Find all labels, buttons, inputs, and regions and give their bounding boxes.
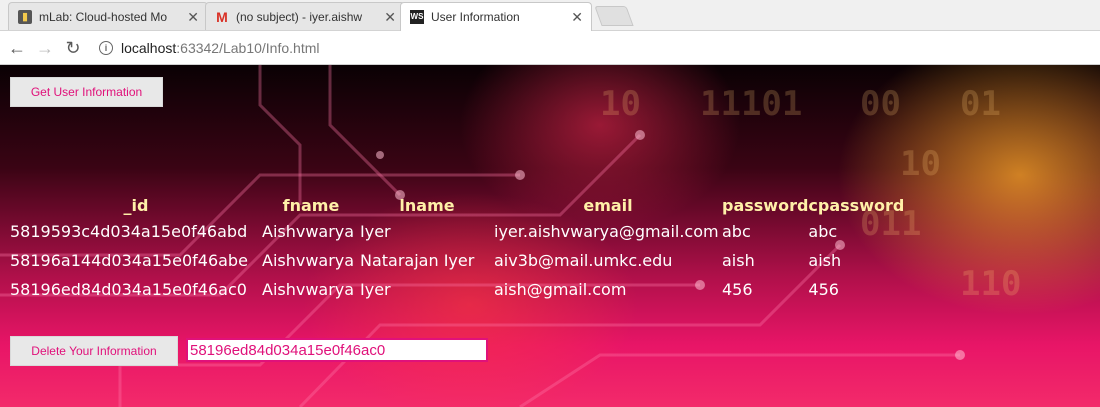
table-row: 58196a144d034a15e0f46abe Aishvwarya Nata… xyxy=(10,246,904,275)
column-header-fname: fname xyxy=(282,195,340,215)
tab-gmail[interactable]: M (no subject) - iyer.aishw ✕ xyxy=(205,2,405,30)
new-tab-button[interactable] xyxy=(594,6,634,26)
column-header-password: password xyxy=(722,195,809,215)
browser-toolbar: ← → ↻ i localhost:63342/Lab10/Info.html xyxy=(0,31,1100,65)
tab-title: User Information xyxy=(431,10,520,24)
cell-email: aish@gmail.com xyxy=(494,280,627,299)
svg-text:01: 01 xyxy=(960,84,1001,124)
cell-id: 58196ed84d034a15e0f46ac0 xyxy=(10,280,247,299)
cell-cpassword: aish xyxy=(808,251,842,270)
page-content: 10 11101 00 01 10 011 110 Get User Infor… xyxy=(0,65,1100,407)
column-header-email: email xyxy=(583,195,633,215)
svg-text:110: 110 xyxy=(960,264,1021,304)
tab-user-information[interactable]: WS User Information ✕ xyxy=(400,2,592,31)
cell-id: 5819593c4d034a15e0f46abd xyxy=(10,222,248,241)
forward-arrow-icon[interactable]: → xyxy=(34,37,56,59)
webstorm-favicon-icon: WS xyxy=(410,10,424,24)
cell-fname: Aishvwarya xyxy=(262,222,355,241)
cell-fname: Aishvwarya xyxy=(262,280,355,299)
cell-id: 58196a144d034a15e0f46abe xyxy=(10,251,248,270)
browser-tab-strip: ▮ mLab: Cloud-hosted Mo ✕ M (no subject)… xyxy=(0,0,1100,31)
svg-text:00: 00 xyxy=(860,84,901,124)
cell-fname: Aishvwarya xyxy=(262,251,355,270)
get-user-information-button[interactable]: Get User Information xyxy=(10,77,163,107)
table-header-row: _id fname lname email password cpassword xyxy=(10,193,905,217)
column-header-lname: lname xyxy=(399,195,455,215)
svg-text:11101: 11101 xyxy=(700,84,802,124)
reload-icon[interactable]: ↻ xyxy=(62,37,84,59)
table-row: 5819593c4d034a15e0f46abd Aishvwarya Iyer… xyxy=(10,217,904,246)
column-header-cpassword: cpassword xyxy=(808,195,905,215)
url-path: :63342/Lab10/Info.html xyxy=(176,40,320,56)
url-text: localhost:63342/Lab10/Info.html xyxy=(121,36,320,60)
cell-password: aish xyxy=(722,251,755,270)
tab-mlab[interactable]: ▮ mLab: Cloud-hosted Mo ✕ xyxy=(8,2,208,30)
cell-password: 456 xyxy=(722,280,753,299)
delete-id-input[interactable] xyxy=(186,338,488,362)
table-row: 58196ed84d034a15e0f46ac0 Aishvwarya Iyer… xyxy=(10,275,904,304)
cell-cpassword: 456 xyxy=(808,280,839,299)
info-icon[interactable]: i xyxy=(99,41,113,55)
user-table: _id fname lname email password cpassword… xyxy=(10,193,904,304)
svg-text:10: 10 xyxy=(600,84,641,124)
svg-text:10: 10 xyxy=(900,144,941,184)
back-arrow-icon[interactable]: ← xyxy=(6,37,28,59)
gmail-favicon-icon: M xyxy=(216,9,228,25)
cell-email: aiv3b@mail.umkc.edu xyxy=(494,251,673,270)
tab-title: (no subject) - iyer.aishw xyxy=(236,10,363,24)
close-tab-icon[interactable]: ✕ xyxy=(384,3,396,30)
mlab-favicon-icon: ▮ xyxy=(18,10,32,24)
url-host: localhost xyxy=(121,40,177,56)
close-tab-icon[interactable]: ✕ xyxy=(187,3,199,30)
cell-lname: Iyer xyxy=(360,280,391,299)
address-bar[interactable]: i localhost:63342/Lab10/Info.html xyxy=(92,35,1096,59)
cell-lname: Natarajan Iyer xyxy=(360,251,475,270)
cell-email: iyer.aishvwarya@gmail.com xyxy=(494,222,719,241)
delete-your-information-button[interactable]: Delete Your Information xyxy=(10,336,178,366)
close-tab-icon[interactable]: ✕ xyxy=(571,3,583,31)
cell-password: abc xyxy=(722,222,751,241)
cell-cpassword: abc xyxy=(808,222,838,241)
tab-title: mLab: Cloud-hosted Mo xyxy=(39,10,168,24)
column-header-id: _id xyxy=(123,195,149,215)
cell-lname: Iyer xyxy=(360,222,391,241)
